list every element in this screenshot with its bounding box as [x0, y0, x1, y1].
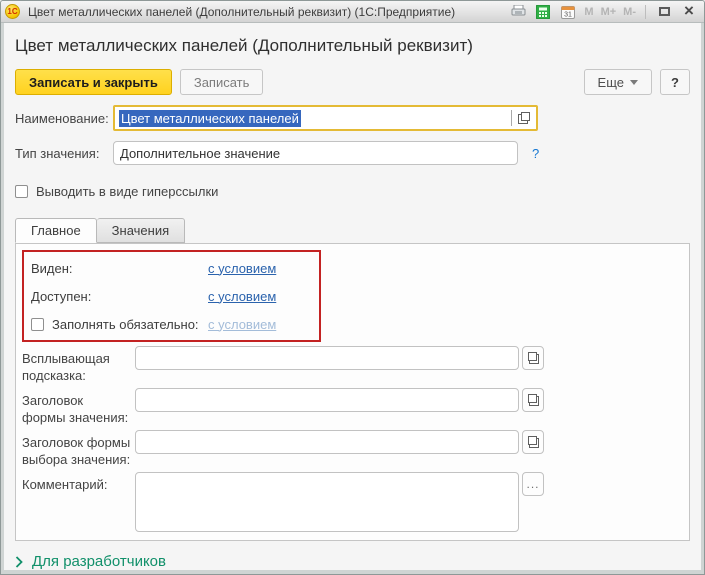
- value-type-input[interactable]: Дополнительное значение: [113, 141, 518, 165]
- open-icon: [528, 352, 539, 364]
- tooltip-input[interactable]: [135, 346, 519, 370]
- file-print-icon[interactable]: [509, 4, 527, 20]
- accessible-label: Доступен:: [31, 288, 92, 304]
- open-icon[interactable]: [518, 112, 530, 124]
- name-row: Наименование: Цвет металлических панелей: [15, 105, 690, 131]
- tooltip-row: Всплывающая подсказка:: [22, 346, 689, 384]
- choice-form-title-input[interactable]: [135, 430, 519, 454]
- titlebar: 1С Цвет металлических панелей (Дополните…: [1, 1, 704, 23]
- close-icon: [684, 3, 694, 21]
- open-icon: [528, 394, 539, 406]
- value-type-value: Дополнительное значение: [120, 145, 281, 161]
- name-label: Наименование:: [15, 110, 109, 126]
- page-title: Цвет металлических панелей (Дополнительн…: [15, 36, 473, 55]
- more-button[interactable]: Еще: [583, 69, 652, 95]
- form-content: Цвет металлических панелей (Дополнительн…: [4, 23, 701, 570]
- save-button[interactable]: Записать: [179, 69, 264, 95]
- comment-label: Комментарий:: [22, 477, 108, 492]
- value-type-label: Тип значения:: [15, 145, 100, 161]
- maximize-button[interactable]: [655, 4, 673, 20]
- memory-plus-button[interactable]: M+: [601, 6, 617, 18]
- developers-link-label: Для разработчиков: [32, 553, 166, 570]
- required-condition-link: с условием: [208, 316, 277, 332]
- hyperlink-checkbox[interactable]: [15, 185, 28, 198]
- tab-values[interactable]: Значения: [96, 218, 186, 243]
- titlebar-separator: [645, 4, 646, 19]
- tooltip-label-line1: Всплывающая: [22, 351, 110, 366]
- tab-bar: Главное Значения: [15, 218, 690, 243]
- help-button[interactable]: ?: [660, 69, 690, 95]
- required-label: Заполнять обязательно:: [52, 316, 199, 332]
- choice-form-title-line2: выбора значения:: [22, 452, 131, 467]
- comment-more-button[interactable]: ...: [522, 472, 544, 496]
- svg-text:31: 31: [565, 11, 573, 18]
- tooltip-label-line2: подсказка:: [22, 368, 86, 383]
- accessible-row: Доступен: с условием: [24, 282, 319, 310]
- tab-main[interactable]: Главное: [15, 218, 97, 243]
- name-value-selected: Цвет металлических панелей: [119, 109, 301, 127]
- hyperlink-row: Выводить в виде гиперссылки: [15, 184, 690, 199]
- chevron-right-icon: [15, 555, 23, 568]
- required-row: Заполнять обязательно: с условием: [24, 310, 319, 338]
- save-and-close-button[interactable]: Записать и закрыть: [15, 69, 172, 95]
- value-type-row: Тип значения: Дополнительное значение ?: [15, 141, 690, 165]
- memory-minus-button[interactable]: M-: [623, 6, 636, 18]
- visible-condition-link[interactable]: с условием: [208, 261, 276, 276]
- required-checkbox[interactable]: [31, 317, 44, 331]
- choice-form-title-row: Заголовок формы выбора значения:: [22, 430, 689, 468]
- choice-form-title-line1: Заголовок формы: [22, 435, 131, 450]
- window-title: Цвет металлических панелей (Дополнительн…: [28, 4, 456, 19]
- calendar-icon[interactable]: 31: [559, 4, 577, 20]
- comment-textarea[interactable]: [135, 472, 519, 532]
- memory-recall-button[interactable]: M: [584, 6, 593, 18]
- chevron-down-icon: [630, 79, 638, 85]
- value-type-help-link[interactable]: ?: [532, 146, 539, 161]
- value-form-title-line1: Заголовок: [22, 393, 84, 408]
- comment-row: Комментарий: ...: [22, 472, 689, 532]
- main-tab-panel: Виден: с условием Доступен: с условием З…: [15, 243, 690, 541]
- value-form-title-line2: формы значения:: [22, 410, 129, 425]
- app-window: 1С Цвет металлических панелей (Дополните…: [0, 0, 705, 575]
- calculator-icon[interactable]: [534, 4, 552, 20]
- value-form-title-open-button[interactable]: [522, 388, 544, 412]
- hyperlink-checkbox-label: Выводить в виде гиперссылки: [36, 184, 219, 199]
- choice-form-title-label: Заголовок формы выбора значения:: [22, 430, 135, 468]
- choice-form-title-open-button[interactable]: [522, 430, 544, 454]
- field-separator: [511, 110, 512, 126]
- tooltip-open-button[interactable]: [522, 346, 544, 370]
- visible-row: Виден: с условием: [24, 254, 319, 282]
- name-input[interactable]: Цвет металлических панелей: [113, 105, 538, 131]
- maximize-icon: [658, 7, 670, 16]
- tooltip-label: Всплывающая подсказка:: [22, 346, 135, 384]
- annotation-red-box: Виден: с условием Доступен: с условием З…: [22, 250, 321, 342]
- value-form-title-label: Заголовок формы значения:: [22, 388, 135, 426]
- open-icon: [528, 436, 539, 448]
- value-form-title-row: Заголовок формы значения:: [22, 388, 689, 426]
- developers-link[interactable]: Для разработчиков: [15, 553, 690, 570]
- 1c-logo-icon: 1С: [5, 4, 20, 19]
- visible-label: Виден:: [31, 260, 73, 276]
- accessible-condition-link[interactable]: с условием: [208, 289, 276, 304]
- value-form-title-input[interactable]: [135, 388, 519, 412]
- close-button[interactable]: [680, 4, 698, 20]
- command-bar: Записать и закрыть Записать Еще ?: [15, 69, 690, 95]
- more-button-label: Еще: [597, 74, 624, 90]
